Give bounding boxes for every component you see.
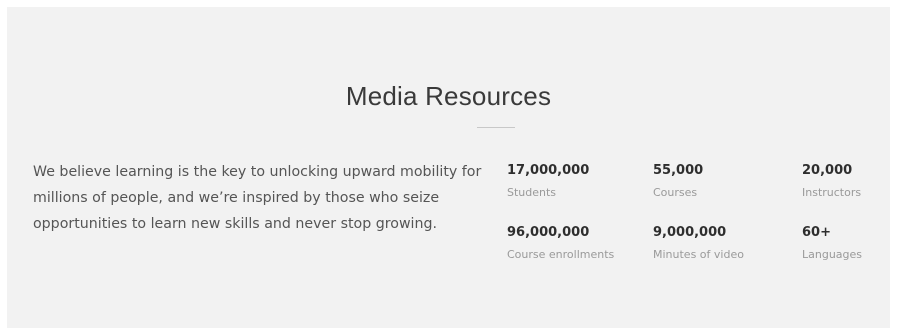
stat-instructors: 20,000 Instructors bbox=[802, 163, 861, 200]
stat-label: Minutes of video bbox=[653, 248, 744, 261]
stat-courses: 55,000 Courses bbox=[653, 163, 703, 200]
stat-label: Course enrollments bbox=[507, 248, 615, 261]
intro-paragraph: We believe learning is the key to unlock… bbox=[33, 164, 482, 232]
title-divider bbox=[477, 127, 515, 128]
stat-value: 20,000 bbox=[802, 163, 853, 178]
stat-label: Courses bbox=[653, 186, 698, 199]
stat-value: 9,000,000 bbox=[653, 225, 727, 240]
section-title: Media Resources bbox=[345, 81, 552, 111]
stat-value: 96,000,000 bbox=[507, 225, 590, 240]
stat-label: Languages bbox=[802, 248, 863, 261]
stat-value: 60+ bbox=[802, 225, 831, 240]
stat-label: Instructors bbox=[802, 186, 862, 199]
stat-value: 17,000,000 bbox=[507, 163, 590, 178]
stat-minutes-of-video: 9,000,000 Minutes of video bbox=[653, 225, 744, 262]
stat-course-enrollments: 96,000,000 Course enrollments bbox=[507, 225, 614, 262]
stats-grid: 17,000,000 Students 55,000 Courses 20,00… bbox=[507, 163, 877, 283]
stat-languages: 60+ Languages bbox=[802, 225, 862, 262]
stat-students: 17,000,000 Students bbox=[507, 163, 589, 200]
media-resources-section: Media Resources We believe learning is t… bbox=[7, 7, 890, 328]
stat-value: 55,000 bbox=[653, 163, 704, 178]
stat-label: Students bbox=[507, 186, 557, 199]
